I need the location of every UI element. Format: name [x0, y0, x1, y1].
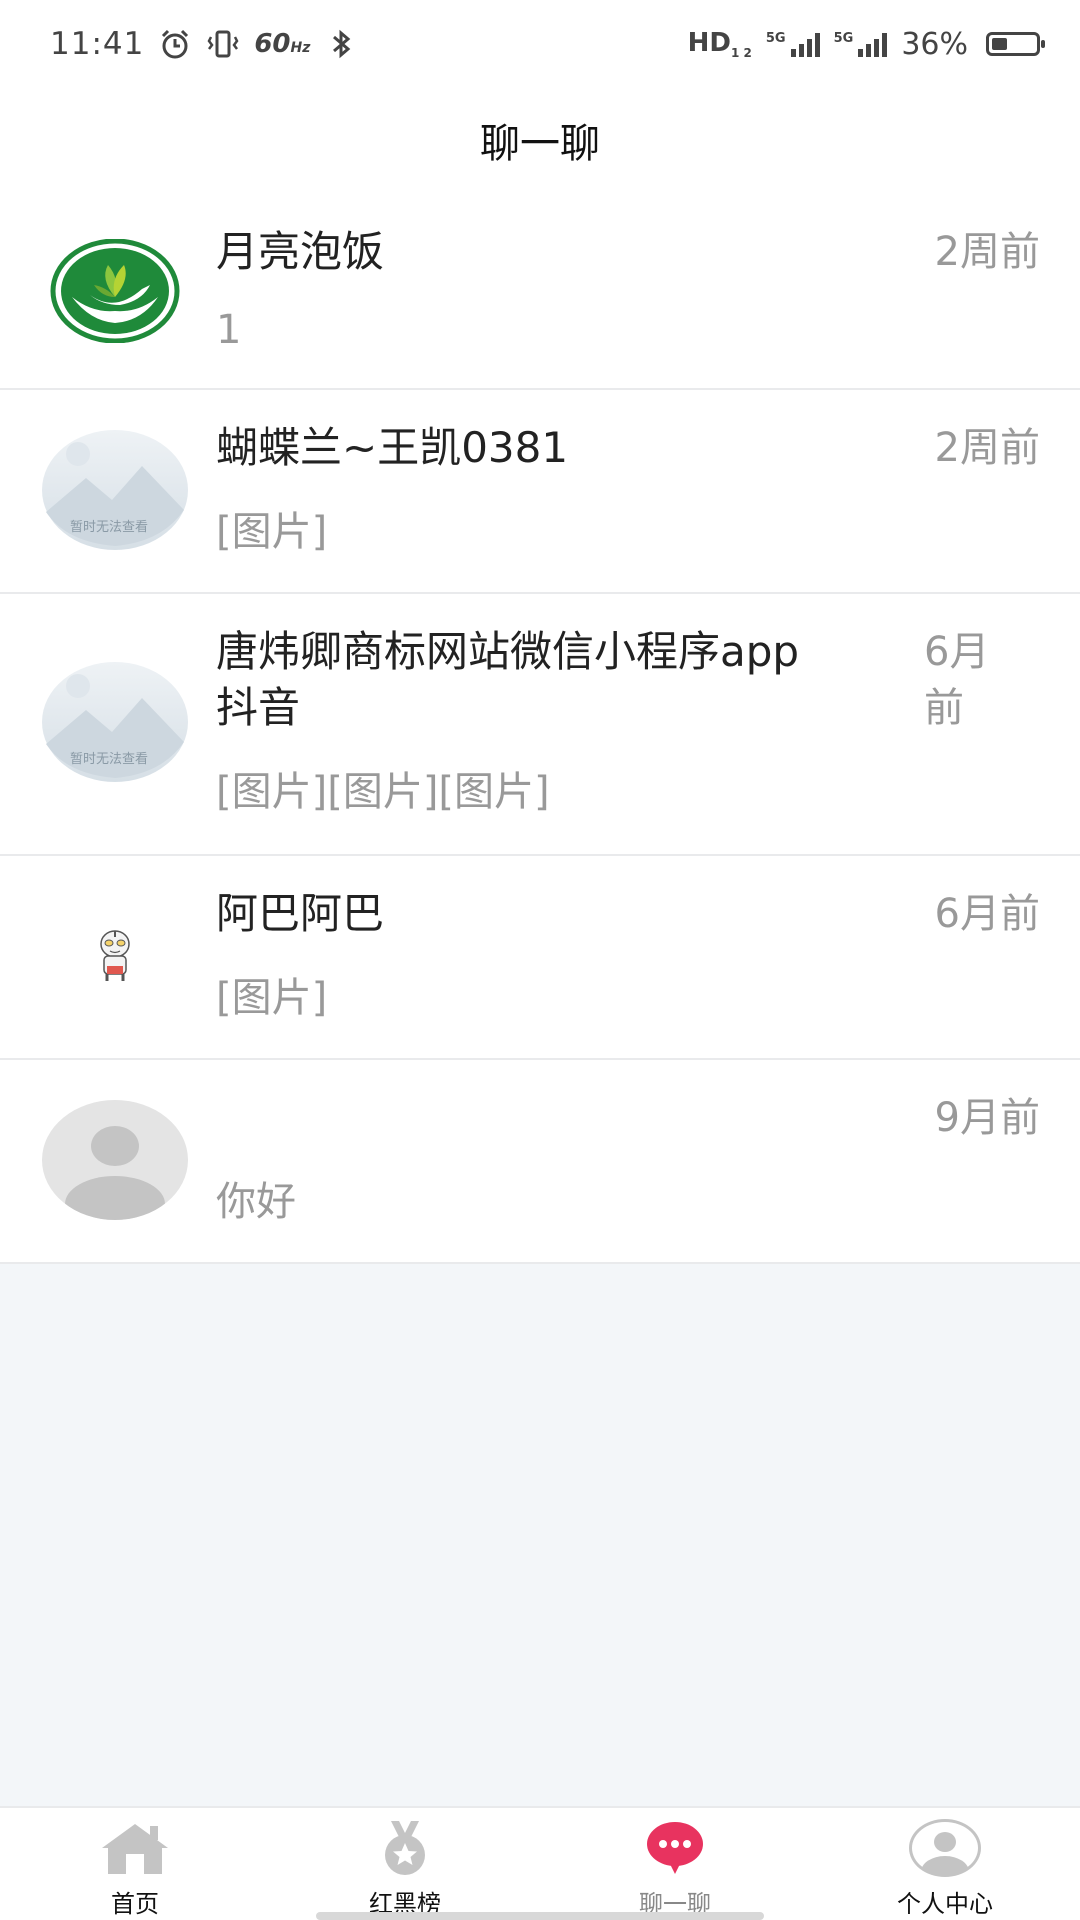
medal-icon: [367, 1818, 443, 1878]
battery-icon: [986, 32, 1045, 56]
tab-home[interactable]: 首页: [0, 1808, 270, 1919]
home-indicator: [316, 1912, 764, 1920]
tab-ranking[interactable]: 红黑榜: [270, 1808, 540, 1919]
avatar-placeholder-text: 暂时无法查看: [70, 752, 149, 767]
default-user-avatar: [42, 1100, 188, 1220]
chat-name: 唐炜卿商标网站微信小程序app: [216, 627, 800, 676]
page-title: 聊一聊: [480, 121, 600, 167]
chat-item[interactable]: 阿巴阿巴 [图片] 6月前: [0, 856, 1080, 1060]
chat-name-line2: 抖音: [216, 683, 301, 732]
vibrate-icon: [207, 30, 239, 58]
tab-label: 个人中心: [897, 1890, 993, 1918]
hd-text: HD: [687, 27, 731, 58]
refresh-rate-unit: Hz: [290, 40, 311, 56]
alarm-icon: [162, 29, 189, 59]
bluetooth-icon: [333, 29, 351, 59]
chat-time: 2周前: [934, 229, 1040, 275]
battery-percent: 36%: [901, 26, 968, 62]
tab-profile[interactable]: 个人中心: [810, 1808, 1080, 1919]
sim2-label: 5G: [833, 31, 854, 46]
chat-time: 2周前: [934, 425, 1040, 471]
green-logo-avatar: [42, 231, 188, 351]
chat-time: 9月前: [934, 1095, 1040, 1141]
header: 聊一聊: [0, 88, 1080, 192]
user-icon: [907, 1818, 983, 1878]
battery-fill: [992, 38, 1008, 50]
chat-name: 蝴蝶兰~王凯0381: [216, 423, 569, 472]
chat-time: 6月: [924, 629, 990, 675]
signal-sim1-icon: 5G: [766, 31, 820, 57]
chat-time: 6月前: [934, 891, 1040, 937]
chat-item[interactable]: 你好 9月前: [0, 1060, 1080, 1264]
chat-item[interactable]: 暂时无法查看 蝴蝶兰~王凯0381 [图片] 2周前: [0, 390, 1080, 594]
hd-sub: 1 2: [730, 46, 752, 61]
status-left: 11:41 60Hz: [50, 26, 358, 62]
status-right: HD1 2 5G 5G 36%: [688, 26, 1045, 62]
home-icon: [97, 1818, 173, 1878]
status-time: 11:41: [50, 26, 145, 62]
chat-preview: 1: [216, 307, 242, 353]
chat-name: 月亮泡饭: [216, 227, 385, 276]
bottom-tab-bar: 首页 红黑榜 聊一聊 个人中心: [0, 1806, 1080, 1920]
chat-item[interactable]: 月亮泡饭 1 2周前: [0, 192, 1080, 390]
tab-label: 首页: [111, 1890, 159, 1918]
chat-preview: [图片]: [216, 975, 328, 1021]
status-bar: 11:41 60Hz HD1 2 5G 5G 36%: [0, 0, 1080, 88]
placeholder-image-avatar: 暂时无法查看: [42, 662, 188, 782]
chat-preview: [图片]: [216, 509, 328, 555]
avatar-placeholder-text: 暂时无法查看: [70, 520, 149, 535]
chat-time-line2: 前: [924, 685, 964, 731]
signal-sim2-icon: 5G: [834, 31, 888, 57]
hd-indicator: HD1 2: [688, 28, 752, 60]
chat-preview: 你好: [216, 1179, 296, 1225]
chat-list: 月亮泡饭 1 2周前 暂时无法查看 蝴蝶兰~王凯0381 [图片] 2周前 暂时…: [0, 192, 1080, 1264]
refresh-rate: 60Hz: [254, 29, 310, 59]
chat-item[interactable]: 暂时无法查看 唐炜卿商标网站微信小程序app 抖音 [图片][图片][图片] 6…: [0, 594, 1080, 856]
tab-chat[interactable]: 聊一聊: [540, 1808, 810, 1919]
cartoon-avatar: [42, 896, 188, 1016]
chat-name: 阿巴阿巴: [216, 889, 385, 938]
placeholder-image-avatar: 暂时无法查看: [42, 430, 188, 550]
refresh-rate-value: 60: [254, 29, 291, 59]
chat-bubble-icon: [637, 1818, 713, 1878]
sim1-label: 5G: [765, 31, 786, 46]
chat-preview: [图片][图片][图片]: [216, 769, 550, 815]
